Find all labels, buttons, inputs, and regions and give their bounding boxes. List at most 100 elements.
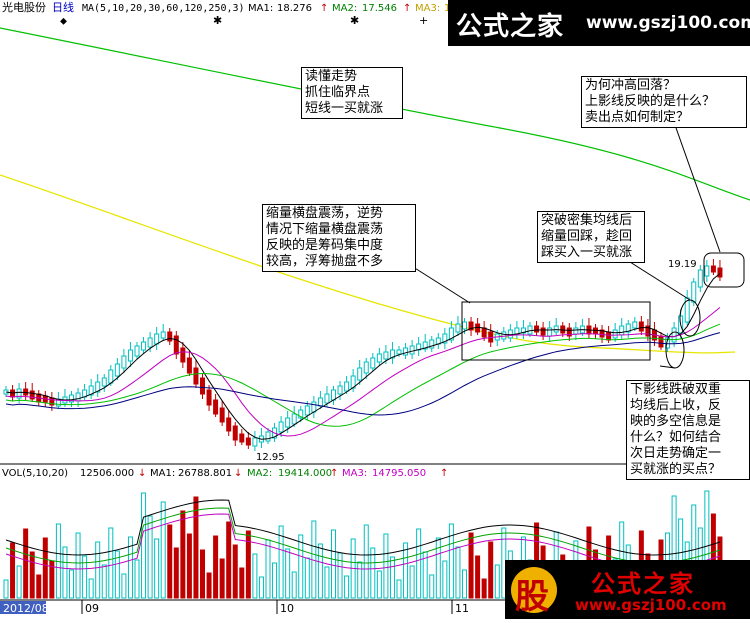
candle-body: [344, 381, 350, 392]
time-label-2012-08: 2012/08: [3, 602, 49, 615]
volume-bar: [200, 549, 205, 599]
ma2-value: 17.546: [362, 3, 397, 14]
volume-bar: [396, 579, 402, 599]
volume-bar: [265, 539, 271, 599]
volume-bar: [344, 575, 350, 599]
candle-body: [173, 335, 179, 355]
volume-bar: [213, 535, 219, 599]
period-label[interactable]: 日线: [52, 0, 74, 14]
marker-plus-icon: +: [419, 14, 428, 27]
candle-body: [245, 437, 251, 446]
volume-bar: [304, 557, 310, 599]
ma3-label: MA3:: [415, 3, 440, 14]
ma2-label: MA2:: [332, 3, 357, 14]
volume-bar: [173, 547, 179, 599]
candle-body: [193, 367, 199, 385]
volume-bar: [376, 570, 382, 599]
candle-body: [475, 323, 481, 333]
candle-body: [455, 323, 461, 333]
candle-body: [370, 357, 376, 369]
candle-body: [363, 361, 369, 374]
candle-body: [717, 267, 723, 278]
candle-body: [396, 349, 402, 355]
volume-bar: [291, 571, 297, 599]
candle-body: [324, 393, 330, 404]
vol-ma2-arrow-icon: ↑: [330, 468, 338, 479]
volume-bar: [226, 521, 232, 599]
volume-bar: [219, 558, 225, 599]
vol-value: 12506.000: [80, 468, 134, 479]
volume-bar: [272, 562, 278, 599]
annotation-why-pullback: 为何冲高回落？ 上影线反映的是什么？ 卖出点如何制定？: [581, 76, 747, 128]
candle-body: [514, 327, 520, 335]
volume-bar: [108, 527, 114, 599]
low-price-label: 12.95: [256, 452, 285, 463]
seal-character: 股: [515, 577, 549, 617]
candle-body: [311, 401, 317, 413]
volume-bar: [29, 551, 35, 599]
volume-bar: [416, 528, 422, 599]
high-price-label: 19.19: [668, 259, 697, 270]
volume-bar: [488, 541, 494, 599]
volume-bar: [3, 579, 9, 599]
chart-window: 光电股份 日线 MA(5,10,20,30,60,120,250,3) MA1:…: [0, 0, 750, 619]
volume-bar: [101, 564, 107, 599]
candle-body: [317, 397, 323, 407]
vol-ma1-arrow-icon: ↓: [234, 468, 242, 479]
candle-body: [291, 413, 297, 425]
candle-body: [141, 341, 147, 351]
candle-body: [383, 351, 389, 360]
volume-bar: [324, 566, 330, 599]
candle-body: [200, 377, 205, 395]
volume-bar: [154, 538, 160, 599]
vol-ma2-value: 19414.000: [278, 468, 332, 479]
vol-ma1-value: 26788.801: [178, 468, 232, 479]
candle-body: [658, 335, 664, 348]
volume-bar: [337, 552, 343, 599]
candle-body: [232, 425, 238, 441]
volume-bar: [475, 555, 481, 599]
volume-bar: [134, 559, 140, 599]
volume-bar: [481, 578, 487, 599]
candle-body: [553, 325, 559, 333]
time-label-09: 09: [85, 602, 99, 615]
volume-bar: [429, 574, 435, 599]
candle-body: [612, 329, 618, 339]
candle-body: [573, 327, 579, 335]
ma-params: MA(5,10,20,30,60,120,250,3): [82, 3, 245, 14]
candle-body: [108, 369, 114, 384]
volume-bar: [494, 564, 500, 599]
time-label-10: 10: [280, 602, 294, 615]
volume-bar: [88, 578, 94, 599]
ma1-label: MA1:: [248, 3, 273, 14]
ma1-arrow-icon: ↑: [320, 3, 328, 14]
candle-body: [593, 327, 598, 335]
vol-ma3-label: MA3:: [342, 468, 367, 479]
candle-body: [710, 265, 716, 273]
candle-body: [638, 321, 644, 332]
volume-bar: [42, 537, 48, 599]
candle-body: [304, 405, 310, 416]
candle-body: [697, 269, 703, 288]
volume-bar: [193, 496, 199, 599]
annotation-read-trend: 读懂走势 抓住临界点 短线一买就涨: [301, 67, 403, 119]
volume-bar: [95, 541, 101, 599]
watermark-url: www.gszj100.com: [586, 13, 750, 33]
volume-bar: [285, 548, 291, 599]
candle-body: [239, 433, 245, 443]
vol-ma3-value: 14795.050: [372, 468, 426, 479]
vol-params: VOL(5,10,20): [2, 468, 68, 479]
candle-body: [134, 345, 140, 357]
stock-name: 光电股份: [2, 0, 46, 14]
candle-body: [114, 363, 120, 377]
volume-bar: [160, 501, 166, 599]
candle-body: [337, 385, 343, 395]
watermark-bottom: 股 公式之家 www.gszj100.com: [505, 560, 750, 619]
candle-body: [403, 347, 409, 356]
volume-bar: [186, 533, 192, 599]
annotation-breakout-buy: 突破密集均线后 缩量回踩，趁回 踩买入一买就涨: [537, 211, 645, 263]
watermark-url-2: www.gszj100.com: [575, 596, 727, 614]
volume-bar: [357, 561, 363, 599]
volume-bar: [69, 569, 74, 599]
annotation-lower-shadow: 下影线跌破双重 均线后上收，反 映的多空信息是 什么？如何结合 次日走势确定一 …: [626, 380, 750, 480]
